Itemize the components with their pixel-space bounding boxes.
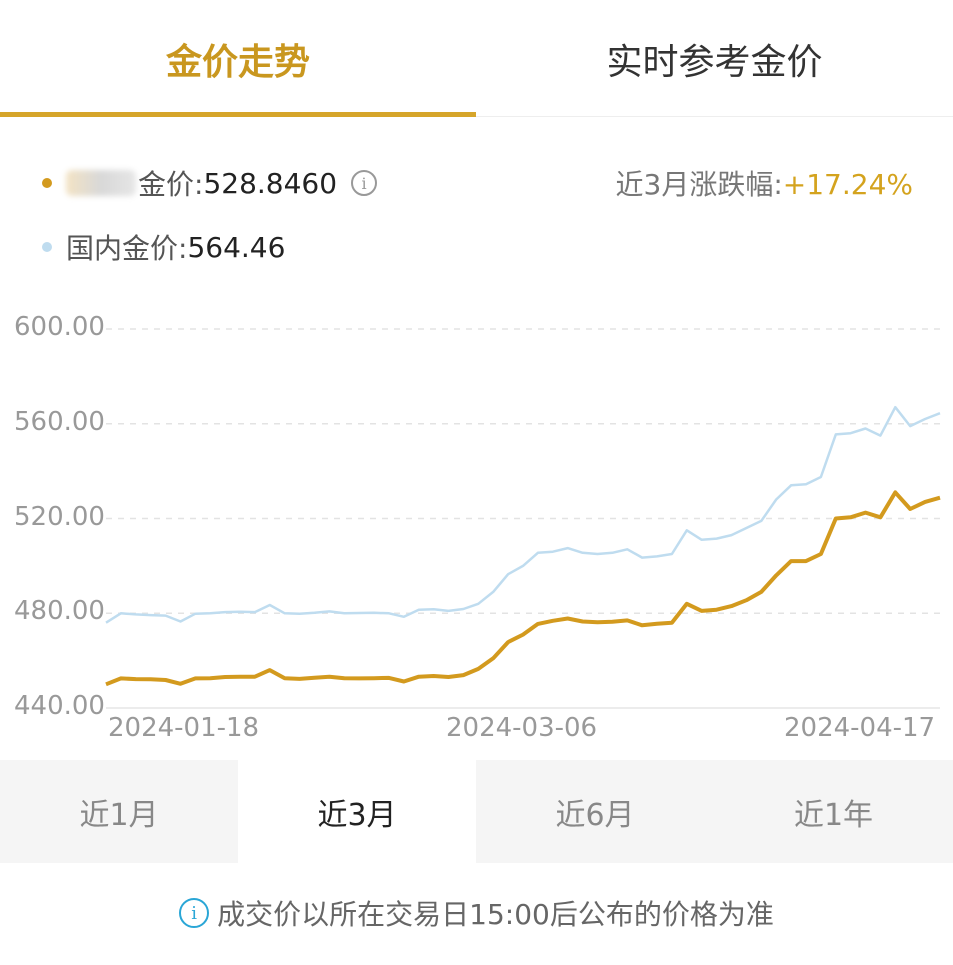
range-1-year[interactable]: 近1年 (714, 760, 953, 863)
range-selector: 近1月 近3月 近6月 近1年 (0, 760, 953, 863)
y-tick-label: 560.00 (14, 407, 105, 437)
series1-line (105, 490, 941, 687)
y-tick-label: 520.00 (14, 502, 105, 532)
x-tick-label: 2024-03-06 (446, 713, 598, 743)
x-tick-label: 2024-04-17 (784, 713, 936, 743)
footnote-text: 成交价以所在交易日15:00后公布的价格为准 (217, 898, 774, 931)
y-tick-label: 440.00 (14, 691, 105, 721)
info-icon: i (179, 898, 210, 928)
footnote: i 成交价以所在交易日15:00后公布的价格为准 (0, 893, 953, 933)
y-tick-label: 600.00 (14, 312, 105, 342)
range-6-month[interactable]: 近6月 (476, 760, 714, 863)
price-chart (105, 328, 941, 709)
range-1-month[interactable]: 近1月 (0, 760, 238, 863)
x-tick-label: 2024-01-18 (108, 713, 260, 743)
series2-line (105, 405, 941, 624)
range-3-month[interactable]: 近3月 (238, 760, 476, 863)
y-tick-label: 480.00 (14, 596, 105, 626)
